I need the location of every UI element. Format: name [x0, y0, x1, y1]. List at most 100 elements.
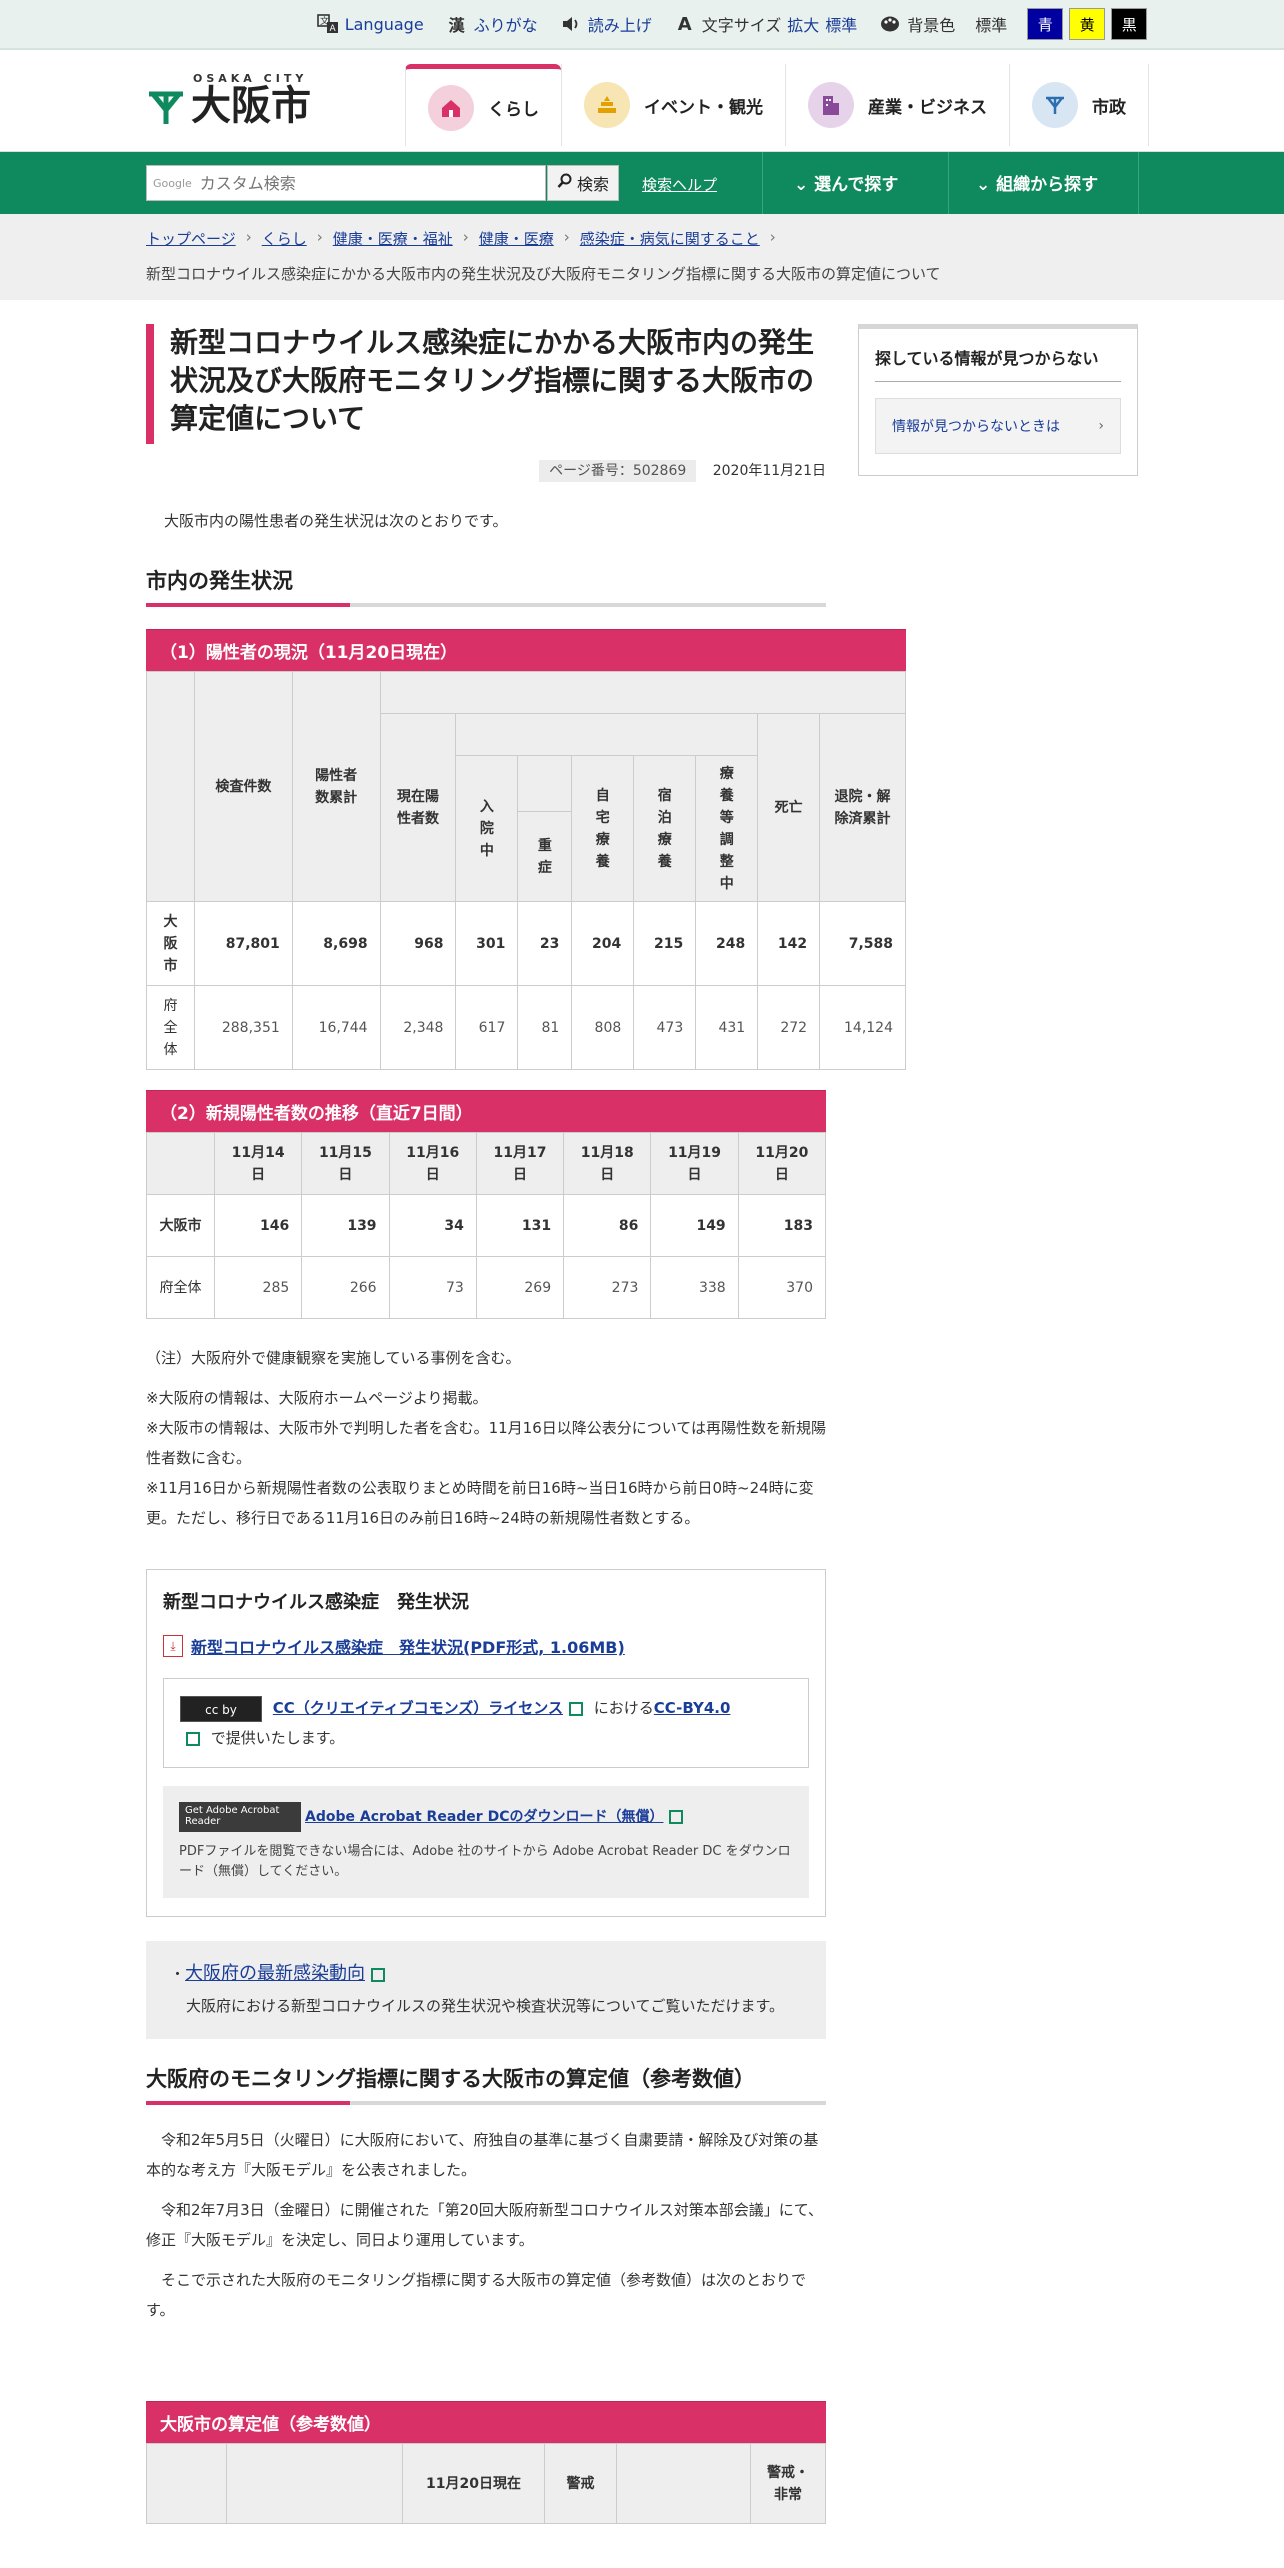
table-header: 11月18日	[563, 1132, 652, 1195]
furigana-icon: 漢	[448, 16, 465, 35]
search-button[interactable]: 検索	[547, 165, 619, 201]
speaker-icon	[560, 13, 582, 35]
table-cell: 248	[695, 901, 759, 986]
related-link[interactable]: 大阪府の最新感染動向	[185, 1963, 365, 1984]
bgcolor-label: 背景色	[907, 16, 956, 35]
event-icon	[584, 82, 630, 128]
intro-text: 大阪市内の陽性患者の発生状況は次のとおりです。	[164, 512, 508, 530]
readaloud-button[interactable]: 読み上げ	[560, 12, 652, 36]
table-header: 入院中	[455, 755, 519, 902]
fontsize-large-button[interactable]: 拡大	[787, 12, 819, 36]
nav-label: 産業・ビジネス	[868, 97, 987, 118]
table-cell: 146	[213, 1194, 303, 1257]
table-header: 検査件数	[193, 671, 293, 902]
table-header-group	[517, 755, 573, 812]
search-box: Google	[146, 165, 546, 201]
language-button[interactable]: 文A Language	[316, 13, 424, 35]
related-text: 大阪府における新型コロナウイルスの発生状況や検査状況等についてご覧いただけます。	[186, 1997, 785, 2015]
choose-search-label: 選んで探す	[814, 175, 899, 195]
breadcrumb-link[interactable]: 健康・医療・福祉	[333, 228, 453, 249]
google-logo: Google	[153, 176, 192, 190]
paragraph: 令和2年5月5日（火曜日）に大阪府において、府独自の基準に基づく自粛要請・解除及…	[146, 2131, 819, 2179]
table-header: 自宅療養	[571, 755, 635, 902]
nav-item-business[interactable]: 産業・ビジネス	[785, 64, 1009, 146]
table-cell: 139	[301, 1194, 390, 1257]
nav-item-shisei[interactable]: 市政	[1009, 64, 1149, 146]
table-cell: 285	[213, 1256, 303, 1319]
table-cell: 288,351	[193, 985, 293, 1070]
logo-english: OSAKA CITY	[193, 72, 308, 85]
table-header	[146, 2443, 227, 2524]
table-header: 11月17日	[475, 1132, 565, 1195]
breadcrumb-link[interactable]: トップページ	[146, 228, 236, 249]
breadcrumb-link[interactable]: くらし	[262, 228, 307, 249]
table-row: 府全体 285 266 73 269 273 338 370	[146, 1256, 827, 1319]
table-cell: 273	[563, 1256, 652, 1319]
svg-text:A: A	[329, 24, 336, 34]
cc-license-link[interactable]: CC（クリエイティブコモンズ）ライセンス	[273, 1699, 563, 1717]
search-help-link[interactable]: 検索ヘルプ	[642, 174, 717, 195]
paragraph: 令和2年7月3日（金曜日）に開催された「第20回大阪府新型コロナウイルス対策本部…	[146, 2201, 823, 2249]
sidebar-help-box: 探している情報が見つからない 情報が見つからないときは ›	[858, 324, 1138, 476]
notes: （注）大阪府外で健康観察を実施している事例を含む。 ※大阪府の情報は、大阪府ホー…	[146, 1343, 826, 1533]
table-header: 重症	[517, 811, 573, 902]
breadcrumb-link[interactable]: 健康・医療	[479, 228, 554, 249]
table-cell: 215	[633, 901, 697, 986]
logo-japanese: 大阪市	[191, 82, 311, 129]
table-header-group	[455, 713, 759, 756]
fontsize-label: 文字サイズ	[701, 16, 782, 35]
page-date: 2020年11月21日	[712, 463, 826, 479]
table-cell: 473	[633, 985, 697, 1070]
table-cell: 131	[475, 1194, 565, 1257]
acrobat-badge[interactable]: Get Adobe Acrobat Reader	[179, 1802, 301, 1832]
org-search-button[interactable]: ⌄ 組織から探す	[976, 170, 1098, 195]
table-cell: 272	[757, 985, 821, 1070]
page-meta: ページ番号：502869 2020年11月21日	[146, 460, 826, 482]
table-cell: 81	[517, 985, 573, 1070]
table-cell: 2,348	[379, 985, 457, 1070]
table-cell: 370	[737, 1256, 827, 1319]
table-cell: 204	[571, 901, 635, 986]
positive-status-table: 検査件数 陽性者数累計 現在陽性者数 死亡 退院・解除済累計 入院中 自宅療養 …	[146, 671, 907, 1070]
table-header: 11月20日現在	[402, 2443, 545, 2524]
language-icon: 文A	[316, 13, 339, 35]
note-text: （注）大阪府外で健康観察を実施している事例を含む。	[146, 1349, 521, 1367]
table-cell: 808	[571, 985, 635, 1070]
page-title-block: 新型コロナウイルス感染症にかかる大阪市内の発生状況及び大阪府モニタリング指標に関…	[146, 324, 826, 444]
new-cases-table-block: （2）新規陽性者数の推移（直近7日間） 11月14日 11月15日 11月16日…	[146, 1090, 827, 1319]
row-label: 府全体	[146, 985, 195, 1070]
breadcrumb-separator: ›	[316, 228, 323, 246]
bg-standard-button[interactable]: 標準	[975, 12, 1007, 36]
site-logo[interactable]: OSAKA CITY 大阪市	[147, 72, 311, 129]
nav-item-kurashi[interactable]: くらし	[405, 64, 561, 146]
note-text: ※11月16日から新規陽性者数の公表取りまとめ時間を前日16時~当日16時から前…	[146, 1479, 814, 1527]
bg-yellow-button[interactable]: 黄	[1069, 8, 1106, 40]
org-search-label: 組織から探す	[996, 175, 1099, 195]
table-caption: 大阪市の算定値（参考数値）	[146, 2401, 826, 2443]
bg-blue-button[interactable]: 青	[1027, 8, 1064, 40]
cc-text: で提供いたします。	[210, 1729, 345, 1747]
table-cell: 338	[650, 1256, 739, 1319]
chevron-right-icon: ›	[1098, 418, 1104, 434]
nav-item-event[interactable]: イベント・観光	[561, 64, 785, 146]
choose-search-button[interactable]: ⌄ 選んで探す	[794, 170, 898, 195]
related-info-box: ・大阪府の最新感染動向 大阪府における新型コロナウイルスの発生状況や検査状況等に…	[146, 1941, 826, 2039]
search-input[interactable]	[199, 173, 500, 193]
fontsize-standard-button[interactable]: 標準	[825, 12, 857, 36]
bg-black-button[interactable]: 黒	[1111, 8, 1148, 40]
chevron-down-icon: ⌄	[794, 175, 815, 195]
cc-by-badge: cc by	[180, 1695, 262, 1722]
sidebar-help-link[interactable]: 情報が見つからないときは ›	[875, 398, 1121, 454]
table-header: 宿泊療養	[633, 755, 697, 902]
nav-label: 市政	[1092, 97, 1126, 118]
breadcrumb-link[interactable]: 感染症・病気に関すること	[580, 228, 760, 249]
palette-icon	[879, 13, 901, 35]
cc-by-link[interactable]: CC-BY4.0	[654, 1699, 731, 1717]
table-cell: 301	[455, 901, 519, 986]
readaloud-label: 読み上げ	[587, 16, 652, 35]
furigana-button[interactable]: 漢 ふりがな	[446, 12, 538, 36]
pdf-download-link[interactable]: 新型コロナウイルス感染症 発生状況(PDF形式, 1.06MB)	[191, 1634, 625, 1658]
font-size-icon: A	[677, 13, 692, 35]
acrobat-download-link[interactable]: Adobe Acrobat Reader DCのダウンロード（無償）	[305, 1807, 663, 1827]
table-cell: 149	[650, 1194, 739, 1257]
